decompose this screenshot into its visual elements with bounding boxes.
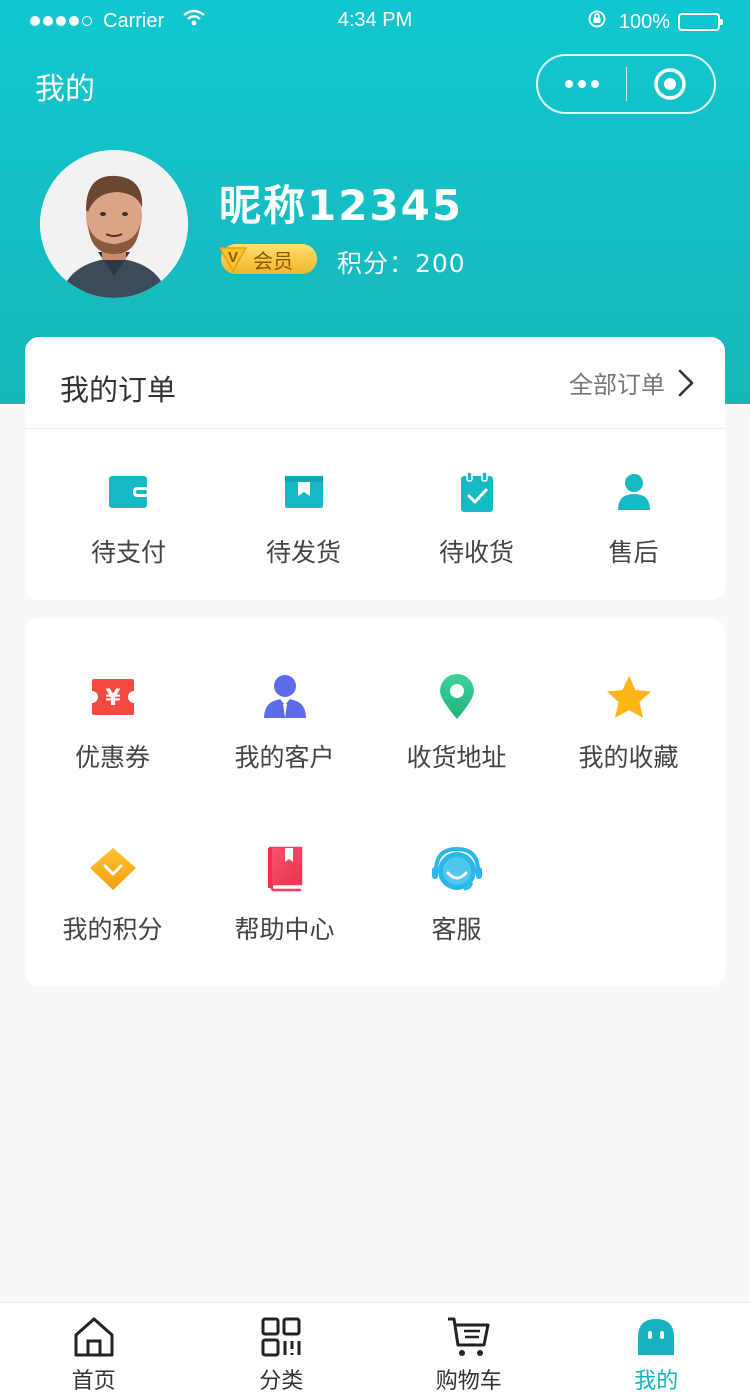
shipping-address-entry[interactable]: 收货地址: [369, 670, 544, 774]
mini-program-capsule: [536, 54, 716, 114]
tab-home[interactable]: 首页: [0, 1303, 188, 1400]
vip-v-icon: V: [217, 242, 249, 274]
services-row-2: 我的积分 帮助中心 客服: [25, 842, 725, 946]
more-button[interactable]: [538, 56, 626, 112]
headset-icon: [430, 842, 484, 896]
service-label: 优惠券: [74, 743, 150, 772]
services-row-1: ¥ 优惠券 我的客户 收货地址 我的收藏: [25, 670, 725, 774]
order-status-label: 待收货: [438, 538, 514, 567]
wallet-icon: [102, 465, 156, 519]
star-icon: [602, 670, 656, 724]
tab-cart[interactable]: 购物车: [375, 1303, 563, 1400]
svg-text:V: V: [228, 249, 238, 266]
service-label: 我的积分: [62, 915, 163, 944]
tab-label: 首页: [71, 1369, 116, 1394]
order-status-pending-shipment[interactable]: 待发货: [216, 465, 391, 569]
box-icon: [277, 465, 331, 519]
service-label: 收货地址: [406, 743, 507, 772]
status-bar: Carrier 4:34 PM 100%: [0, 0, 750, 40]
order-status-label: 售后: [608, 538, 659, 567]
page-title: 我的: [35, 72, 95, 107]
tab-category[interactable]: 分类: [188, 1303, 376, 1400]
order-status-pending-payment[interactable]: 待支付: [41, 465, 216, 569]
customer-icon: [258, 670, 312, 724]
coupon-icon: ¥: [86, 670, 140, 724]
favorites-entry[interactable]: 我的收藏: [541, 670, 716, 774]
clipboard-check-icon: [450, 465, 504, 519]
home-icon: [74, 1317, 114, 1357]
tab-label: 我的: [634, 1369, 679, 1394]
tab-bar: 首页 分类 购物车 我的: [0, 1302, 750, 1400]
service-label: 我的收藏: [578, 743, 679, 772]
orders-title: 我的订单: [60, 373, 177, 407]
battery-status: 100%: [587, 9, 723, 35]
svg-text:¥: ¥: [105, 686, 121, 711]
orders-card: 我的订单 全部订单 待支付 待发货 待收货 售后: [25, 337, 725, 600]
user-icon: [607, 465, 661, 519]
order-status-grid: 待支付 待发货 待收货 售后: [25, 465, 725, 569]
order-status-after-sales[interactable]: 售后: [546, 465, 721, 569]
vip-label: 会员: [253, 248, 293, 273]
my-customers-entry[interactable]: 我的客户: [197, 670, 372, 774]
all-orders-link[interactable]: 全部订单: [569, 365, 695, 400]
category-icon: [261, 1317, 301, 1357]
avatar-portrait: [40, 150, 188, 298]
order-status-label: 待发货: [265, 538, 341, 567]
coupons-entry[interactable]: ¥ 优惠券: [25, 670, 200, 774]
my-points-entry[interactable]: 我的积分: [25, 842, 200, 946]
cart-icon: [447, 1317, 490, 1356]
nickname: 昵称12345: [219, 181, 464, 230]
all-orders-label: 全部订单: [569, 371, 665, 399]
service-label: 客服: [431, 915, 482, 944]
close-button[interactable]: [627, 56, 715, 112]
customer-service-entry[interactable]: 客服: [369, 842, 544, 946]
diamond-icon: [86, 842, 140, 896]
tab-label: 购物车: [435, 1369, 502, 1394]
tab-label: 分类: [259, 1369, 304, 1394]
service-label: 帮助中心: [234, 915, 335, 944]
book-icon: [258, 842, 312, 896]
battery-icon: [678, 13, 723, 31]
help-center-entry[interactable]: 帮助中心: [197, 842, 372, 946]
profile-icon: [638, 1319, 675, 1355]
vip-badge: V 会员: [218, 244, 317, 274]
rotation-lock-icon: [587, 9, 607, 35]
points-balance: 积分：200: [337, 249, 466, 278]
battery-percent: 100%: [618, 10, 670, 33]
services-card: ¥ 优惠券 我的客户 收货地址 我的收藏 我的积分 帮助中心 客服: [25, 618, 725, 986]
avatar[interactable]: [40, 150, 188, 298]
location-pin-icon: [430, 670, 484, 724]
orders-header: 我的订单 全部订单: [25, 337, 725, 429]
order-status-label: 待支付: [90, 538, 166, 567]
tab-profile[interactable]: 我的: [563, 1303, 750, 1400]
target-icon: [654, 68, 686, 100]
service-label: 我的客户: [234, 743, 335, 772]
chevron-right-icon: [678, 369, 694, 396]
order-status-pending-receipt[interactable]: 待收货: [389, 465, 564, 569]
